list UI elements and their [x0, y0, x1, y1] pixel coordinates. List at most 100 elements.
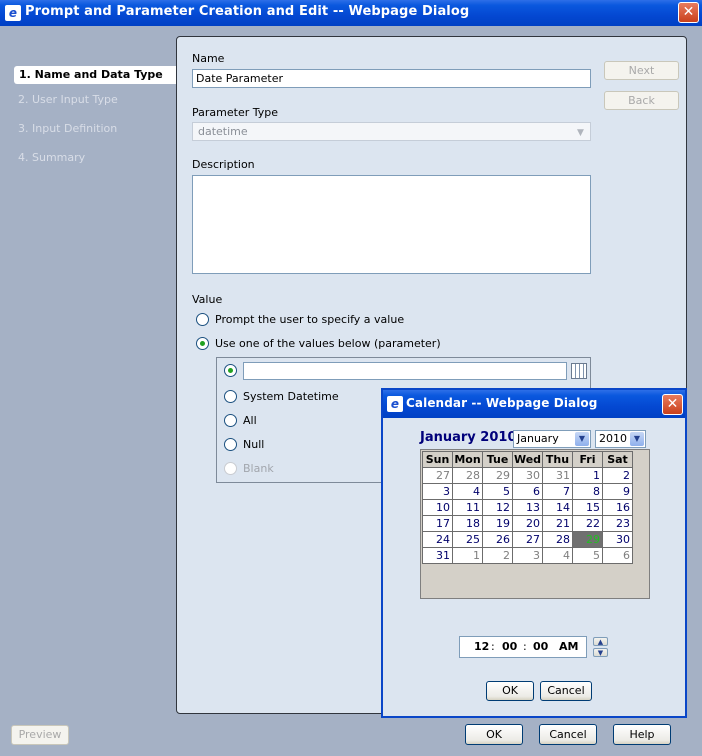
day-cell[interactable]: 27 — [512, 531, 543, 548]
day-cell[interactable]: 31 — [542, 467, 573, 484]
day-cell[interactable]: 12 — [482, 499, 513, 516]
name-label: Name — [192, 52, 225, 65]
day-cell[interactable]: 2 — [482, 547, 513, 564]
day-cell[interactable]: 1 — [572, 467, 603, 484]
chevron-down-icon: ▼ — [577, 128, 584, 138]
radio-use-values-label: Use one of the values below (parameter) — [215, 337, 441, 350]
time-hour[interactable]: 12 — [474, 637, 489, 657]
day-cell[interactable]: 6 — [512, 483, 543, 500]
preview-button[interactable]: Preview — [11, 725, 69, 745]
cancel-button[interactable]: Cancel — [539, 724, 597, 745]
day-cell[interactable]: 3 — [422, 483, 453, 500]
day-cell[interactable]: 21 — [542, 515, 573, 532]
ok-button[interactable]: OK — [465, 724, 523, 745]
calendar-ok-button[interactable]: OK — [486, 681, 534, 701]
radio-prompt-user[interactable] — [196, 313, 209, 326]
system-datetime-label: System Datetime — [243, 390, 339, 403]
step-name-and-data-type[interactable]: 1. Name and Data Type — [14, 66, 180, 84]
day-cell[interactable]: 16 — [602, 499, 633, 516]
calendar-cancel-button[interactable]: Cancel — [540, 681, 592, 701]
radio-system-datetime[interactable] — [224, 390, 237, 403]
selected-day-cell[interactable]: 29 — [572, 531, 603, 548]
week-row: 17 18 19 20 21 22 23 — [422, 515, 633, 532]
day-cell[interactable]: 4 — [542, 547, 573, 564]
day-cell[interactable]: 24 — [422, 531, 453, 548]
day-cell[interactable]: 17 — [422, 515, 453, 532]
parameter-type-select[interactable]: datetime ▼ — [192, 122, 591, 141]
custom-value-field[interactable] — [243, 362, 567, 380]
weekday-header: Mon — [452, 451, 483, 468]
day-cell[interactable]: 22 — [572, 515, 603, 532]
back-button[interactable]: Back — [604, 91, 679, 110]
weekday-header: Fri — [572, 451, 603, 468]
parameter-type-label: Parameter Type — [192, 106, 278, 119]
day-cell[interactable]: 7 — [542, 483, 573, 500]
weekday-header: Sun — [422, 451, 453, 468]
spin-down-icon[interactable]: ▼ — [593, 648, 608, 657]
window-title: Prompt and Parameter Creation and Edit -… — [25, 4, 470, 19]
all-label: All — [243, 414, 257, 427]
close-icon[interactable]: ✕ — [662, 394, 683, 415]
day-cell[interactable]: 6 — [602, 547, 633, 564]
weekday-header: Thu — [542, 451, 573, 468]
day-cell[interactable]: 31 — [422, 547, 453, 564]
day-cell[interactable]: 19 — [482, 515, 513, 532]
radio-use-values[interactable] — [196, 337, 209, 350]
time-separator: : — [523, 640, 527, 653]
step-user-input-type[interactable]: 2. User Input Type — [18, 93, 118, 106]
next-button[interactable]: Next — [604, 61, 679, 80]
day-cell[interactable]: 5 — [572, 547, 603, 564]
day-cell[interactable]: 25 — [452, 531, 483, 548]
calendar-grid: Sun Mon Tue Wed Thu Fri Sat 27 28 29 30 … — [422, 451, 633, 564]
description-field[interactable] — [192, 175, 591, 274]
day-cell[interactable]: 9 — [602, 483, 633, 500]
day-cell[interactable]: 28 — [452, 467, 483, 484]
calendar-grid-box: Sun Mon Tue Wed Thu Fri Sat 27 28 29 30 … — [420, 449, 650, 599]
day-cell[interactable]: 14 — [542, 499, 573, 516]
radio-blank — [224, 462, 237, 475]
time-minute[interactable]: 00 — [502, 637, 517, 657]
calendar-title: Calendar -- Webpage Dialog — [406, 396, 598, 410]
radio-custom-value[interactable] — [224, 364, 237, 377]
chevron-down-icon: ▼ — [575, 432, 589, 446]
radio-null[interactable] — [224, 438, 237, 451]
day-cell[interactable]: 27 — [422, 467, 453, 484]
day-cell[interactable]: 30 — [602, 531, 633, 548]
time-ampm[interactable]: AM — [559, 637, 578, 657]
day-cell[interactable]: 10 — [422, 499, 453, 516]
name-field[interactable]: Date Parameter — [192, 69, 591, 88]
day-cell[interactable]: 26 — [482, 531, 513, 548]
step-input-definition[interactable]: 3. Input Definition — [18, 122, 117, 135]
parameter-type-value: datetime — [198, 125, 248, 138]
radio-all[interactable] — [224, 414, 237, 427]
day-cell[interactable]: 4 — [452, 483, 483, 500]
ie-icon: e — [5, 5, 21, 21]
null-label: Null — [243, 438, 265, 451]
help-button[interactable]: Help — [613, 724, 671, 745]
year-select[interactable]: 2010 ▼ — [595, 430, 646, 448]
day-cell[interactable]: 30 — [512, 467, 543, 484]
day-cell[interactable]: 20 — [512, 515, 543, 532]
day-cell[interactable]: 15 — [572, 499, 603, 516]
day-cell[interactable]: 13 — [512, 499, 543, 516]
time-input[interactable]: 12 : 00 : 00 AM — [459, 636, 587, 658]
day-cell[interactable]: 8 — [572, 483, 603, 500]
spin-up-icon[interactable]: ▲ — [593, 637, 608, 646]
day-cell[interactable]: 29 — [482, 467, 513, 484]
day-cell[interactable]: 3 — [512, 547, 543, 564]
close-icon[interactable]: ✕ — [678, 2, 699, 23]
ie-icon: e — [387, 396, 403, 412]
day-cell[interactable]: 5 — [482, 483, 513, 500]
step-summary[interactable]: 4. Summary — [18, 151, 85, 164]
day-cell[interactable]: 1 — [452, 547, 483, 564]
month-select[interactable]: January ▼ — [513, 430, 591, 448]
day-cell[interactable]: 11 — [452, 499, 483, 516]
calendar-body: January 2010 January ▼ 2010 ▼ Sun Mon Tu… — [387, 418, 681, 715]
day-cell[interactable]: 23 — [602, 515, 633, 532]
calendar-icon[interactable] — [571, 363, 587, 379]
day-cell[interactable]: 2 — [602, 467, 633, 484]
time-second[interactable]: 00 — [533, 637, 548, 657]
day-cell[interactable]: 18 — [452, 515, 483, 532]
day-cell[interactable]: 28 — [542, 531, 573, 548]
blank-label: Blank — [243, 462, 274, 475]
